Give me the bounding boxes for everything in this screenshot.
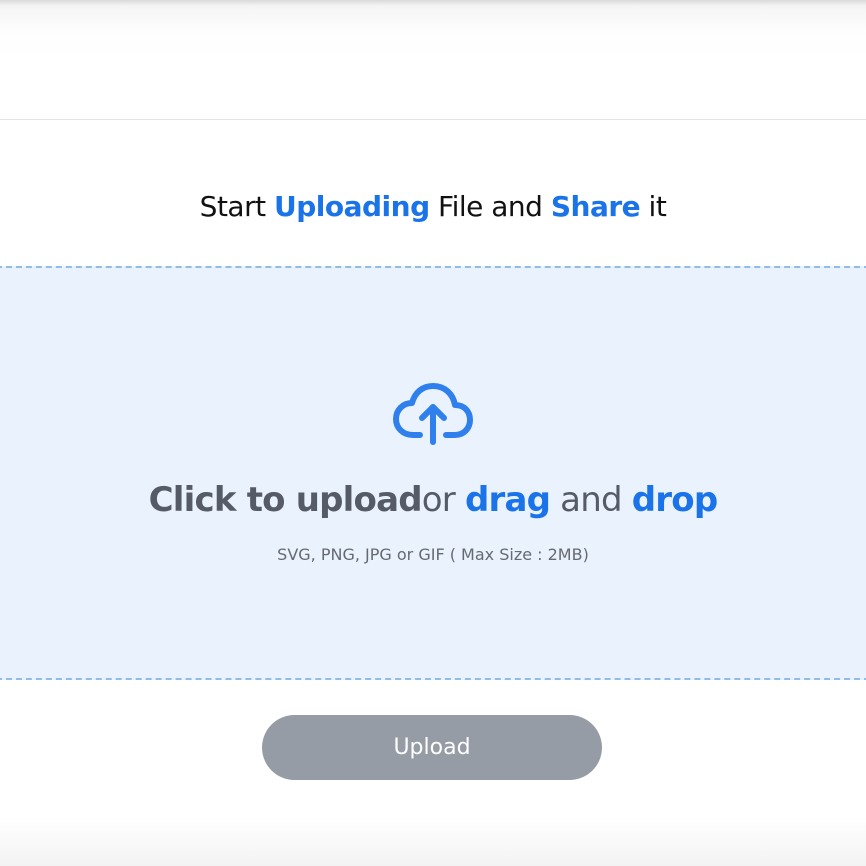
upload-page: Start Uploading File and Share it Click … (0, 0, 866, 866)
page-title-end: it (640, 190, 667, 223)
page-title-start: Start (199, 190, 274, 223)
drag-text: drag (464, 480, 551, 520)
and-text: and (550, 480, 632, 520)
click-to-upload-text[interactable]: Click to upload (149, 480, 423, 520)
bottom-fade (0, 816, 866, 866)
page-title-middle: File and (429, 190, 551, 223)
dropzone-instructions[interactable]: Click to uploador drag and drop (0, 480, 866, 520)
file-dropzone[interactable] (0, 266, 866, 680)
upload-button[interactable]: Upload (262, 715, 602, 780)
cloud-upload-icon[interactable] (392, 380, 474, 446)
page-title: Start Uploading File and Share it (0, 190, 866, 223)
page-title-uploading: Uploading (273, 190, 430, 223)
or-text: or (421, 480, 465, 520)
file-type-hint: SVG, PNG, JPG or GIF ( Max Size : 2MB) (277, 545, 589, 564)
page-title-share: Share (550, 190, 641, 223)
drop-text: drop (631, 480, 718, 520)
top-bar (0, 0, 866, 120)
